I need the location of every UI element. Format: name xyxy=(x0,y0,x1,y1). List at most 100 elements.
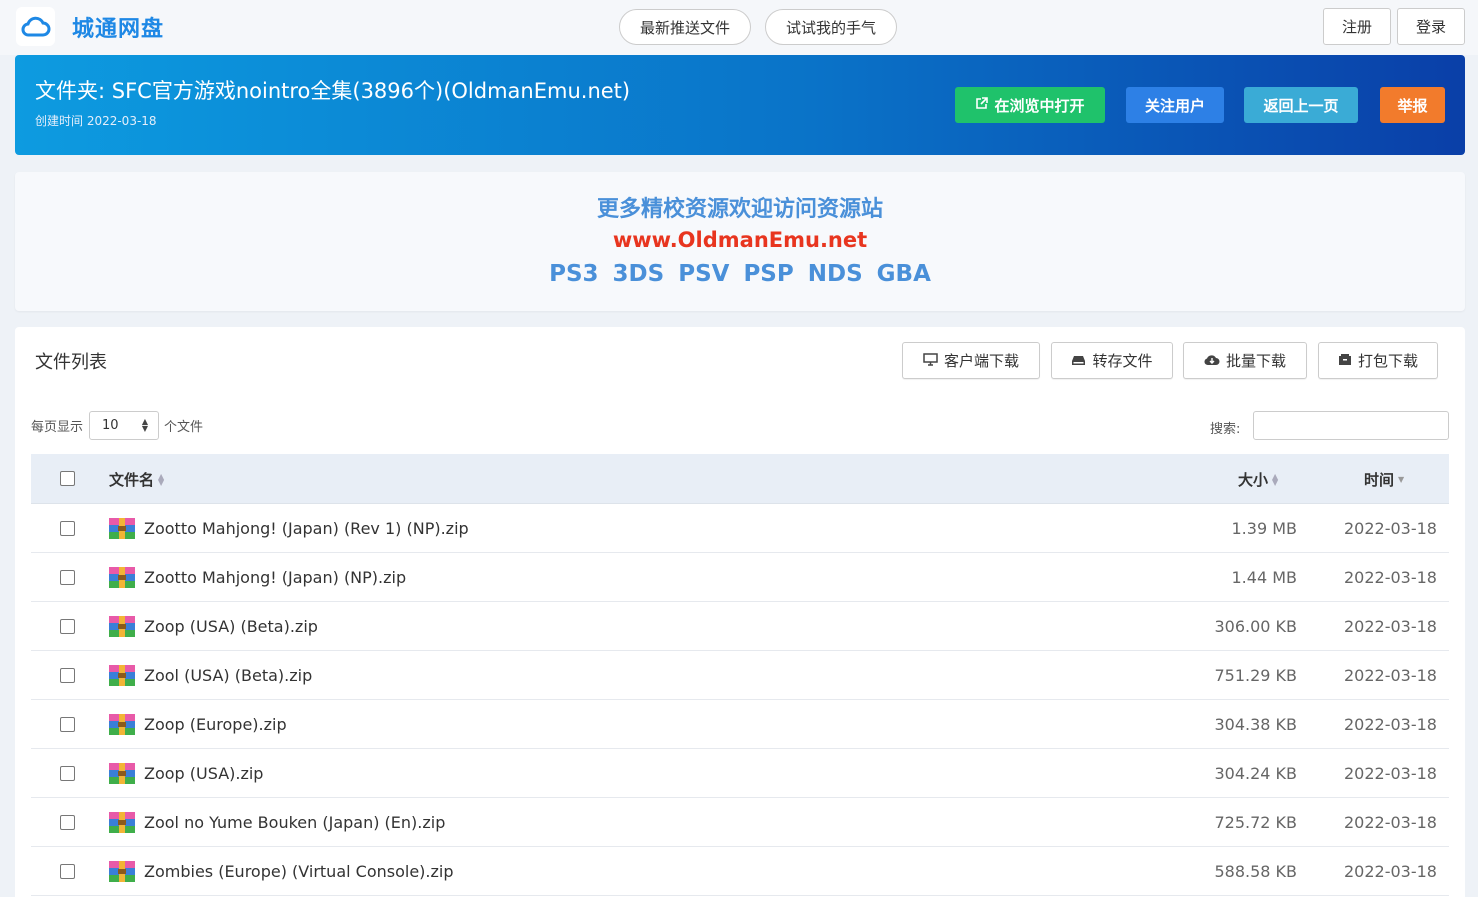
pack-download-label: 打包下载 xyxy=(1357,352,1418,370)
latest-files-button[interactable]: 最新推送文件 xyxy=(619,9,751,45)
table-row[interactable]: Zootto Mahjong! (Japan) (NP).zip 1.44 MB… xyxy=(31,553,1449,602)
promo-site-link[interactable]: www.OldmanEmu.net xyxy=(15,228,1465,252)
per-page-suffix: 个文件 xyxy=(164,420,204,435)
save-file-button[interactable]: 转存文件 xyxy=(1051,342,1173,379)
archive-box-icon xyxy=(1338,352,1352,370)
file-name-link[interactable]: Zool (USA) (Beta).zip xyxy=(144,666,312,685)
select-arrows-icon: ▲ ▼ xyxy=(141,417,148,433)
file-size: 751.29 KB xyxy=(1214,666,1297,685)
zip-archive-icon xyxy=(109,714,135,735)
column-name-label: 文件名 xyxy=(109,471,155,489)
login-button[interactable]: 登录 xyxy=(1397,8,1465,45)
table-row[interactable]: Zootto Mahjong! (Japan) (Rev 1) (NP).zip… xyxy=(31,504,1449,553)
table-header: 文件名 ▲ ▼ 大小 ▲ ▼ 时间 ▼ xyxy=(31,454,1449,504)
hdd-icon xyxy=(1071,352,1086,370)
open-in-browser-label: 在浏览中打开 xyxy=(994,96,1085,115)
file-name-link[interactable]: Zootto Mahjong! (Japan) (NP).zip xyxy=(144,568,406,587)
zip-archive-icon xyxy=(109,665,135,686)
open-in-browser-button[interactable]: 在浏览中打开 xyxy=(955,87,1105,123)
file-size: 304.24 KB xyxy=(1214,764,1297,783)
file-date: 2022-03-18 xyxy=(1344,813,1437,832)
table-row[interactable]: Zombies (Europe) (Virtual Console).zip 5… xyxy=(31,847,1449,896)
row-checkbox[interactable] xyxy=(60,619,75,634)
select-all-checkbox[interactable] xyxy=(60,471,75,486)
folder-header-banner: 文件夹: SFC官方游戏nointro全集(3896个)(OldmanEmu.n… xyxy=(15,55,1465,155)
row-checkbox[interactable] xyxy=(60,815,75,830)
sort-icon: ▲ ▼ xyxy=(1272,471,1279,487)
file-name-link[interactable]: Zoop (Europe).zip xyxy=(144,715,287,734)
file-size: 1.39 MB xyxy=(1231,519,1298,538)
external-link-icon xyxy=(975,96,989,114)
brand-name[interactable]: 城通网盘 xyxy=(72,11,164,43)
file-name-link[interactable]: Zootto Mahjong! (Japan) (Rev 1) (NP).zip xyxy=(144,519,469,538)
file-size: 1.44 MB xyxy=(1231,568,1298,587)
table-row[interactable]: Zoop (USA).zip 304.24 KB 2022-03-18 xyxy=(31,749,1449,798)
monitor-icon xyxy=(923,352,938,370)
folder-title: 文件夹: SFC官方游戏nointro全集(3896个)(OldmanEmu.n… xyxy=(35,79,631,103)
file-size: 588.58 KB xyxy=(1214,862,1297,881)
zip-archive-icon xyxy=(109,763,135,784)
file-date: 2022-03-18 xyxy=(1344,568,1437,587)
zip-archive-icon xyxy=(109,812,135,833)
zip-archive-icon xyxy=(109,861,135,882)
file-date: 2022-03-18 xyxy=(1344,862,1437,881)
file-size: 725.72 KB xyxy=(1214,813,1297,832)
file-list-card: 文件列表 客户端下载 转存文件 批量下载 打包下载 每页显示 10 ▲ ▼ 个文件… xyxy=(15,327,1465,897)
zip-archive-icon xyxy=(109,616,135,637)
file-size: 304.38 KB xyxy=(1214,715,1297,734)
search-input[interactable] xyxy=(1253,411,1449,440)
go-back-button[interactable]: 返回上一页 xyxy=(1244,87,1358,123)
try-luck-button[interactable]: 试试我的手气 xyxy=(765,9,897,45)
file-date: 2022-03-18 xyxy=(1344,764,1437,783)
file-name-link[interactable]: Zombies (Europe) (Virtual Console).zip xyxy=(144,862,454,881)
column-header-name[interactable]: 文件名 ▲ ▼ xyxy=(109,469,164,490)
save-file-label: 转存文件 xyxy=(1092,352,1153,370)
client-download-button[interactable]: 客户端下载 xyxy=(902,342,1040,379)
per-page-select[interactable]: 10 ▲ ▼ xyxy=(89,411,159,440)
promo-platforms: PS3 3DS PSV PSP NDS GBA xyxy=(549,261,931,287)
sort-desc-icon: ▼ xyxy=(1398,474,1405,484)
table-row[interactable]: Zool (USA) (Beta).zip 751.29 KB 2022-03-… xyxy=(31,651,1449,700)
zip-archive-icon xyxy=(109,518,135,539)
column-header-time[interactable]: 时间 ▼ xyxy=(1364,469,1404,490)
report-button[interactable]: 举报 xyxy=(1380,87,1445,123)
pack-download-button[interactable]: 打包下载 xyxy=(1318,342,1438,379)
row-checkbox[interactable] xyxy=(60,521,75,536)
row-checkbox[interactable] xyxy=(60,668,75,683)
row-checkbox[interactable] xyxy=(60,864,75,879)
batch-download-button[interactable]: 批量下载 xyxy=(1183,342,1307,379)
file-list-title: 文件列表 xyxy=(35,352,107,373)
file-date: 2022-03-18 xyxy=(1344,715,1437,734)
per-page-value: 10 xyxy=(102,418,119,433)
table-row[interactable]: Zoop (Europe).zip 304.38 KB 2022-03-18 xyxy=(31,700,1449,749)
client-download-label: 客户端下载 xyxy=(943,352,1019,370)
zip-archive-icon xyxy=(109,567,135,588)
top-navbar: 城通网盘 最新推送文件 试试我的手气 注册 登录 xyxy=(0,0,1478,55)
cloud-logo-icon[interactable] xyxy=(16,7,55,46)
folder-created-date: 创建时间 2022-03-18 xyxy=(35,114,157,128)
cloud-download-icon xyxy=(1204,352,1220,370)
register-button[interactable]: 注册 xyxy=(1323,8,1391,45)
promo-card: 更多精校资源欢迎访问资源站 www.OldmanEmu.net PS3 3DS … xyxy=(15,172,1465,311)
file-name-link[interactable]: Zool no Yume Bouken (Japan) (En).zip xyxy=(144,813,445,832)
column-size-label: 大小 xyxy=(1238,471,1269,489)
table-row[interactable]: Zool no Yume Bouken (Japan) (En).zip 725… xyxy=(31,798,1449,847)
follow-user-button[interactable]: 关注用户 xyxy=(1126,87,1224,123)
column-header-size[interactable]: 大小 ▲ ▼ xyxy=(1238,469,1278,490)
file-size: 306.00 KB xyxy=(1214,617,1297,636)
file-name-link[interactable]: Zoop (USA).zip xyxy=(144,764,263,783)
table-row[interactable]: Zoop (USA) (Beta).zip 306.00 KB 2022-03-… xyxy=(31,602,1449,651)
column-time-label: 时间 xyxy=(1364,471,1395,489)
file-date: 2022-03-18 xyxy=(1344,617,1437,636)
sort-icon: ▲ ▼ xyxy=(158,471,165,487)
row-checkbox[interactable] xyxy=(60,766,75,781)
file-name-link[interactable]: Zoop (USA) (Beta).zip xyxy=(144,617,318,636)
row-checkbox[interactable] xyxy=(60,717,75,732)
per-page-label: 每页显示 xyxy=(31,420,84,435)
file-date: 2022-03-18 xyxy=(1344,666,1437,685)
search-label: 搜索: xyxy=(1210,422,1241,437)
row-checkbox[interactable] xyxy=(60,570,75,585)
promo-headline: 更多精校资源欢迎访问资源站 xyxy=(596,197,883,222)
file-date: 2022-03-18 xyxy=(1344,519,1437,538)
batch-download-label: 批量下载 xyxy=(1225,352,1286,370)
